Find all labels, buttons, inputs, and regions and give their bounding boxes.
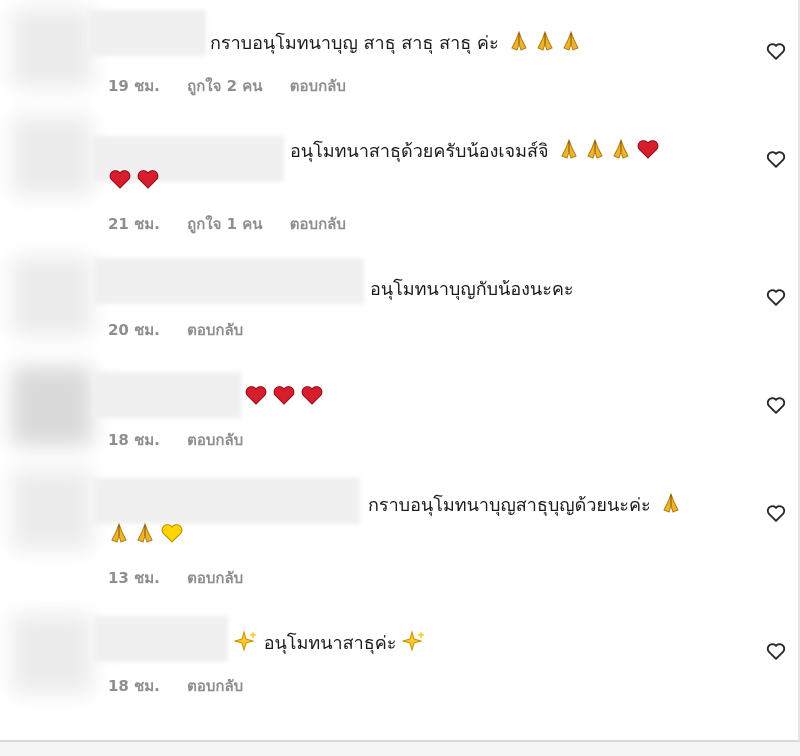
pray-icon: [508, 30, 530, 61]
like-heart-icon[interactable]: [765, 40, 787, 62]
avatar[interactable]: [12, 366, 92, 446]
username[interactable]: [88, 10, 206, 56]
like-heart-icon[interactable]: [765, 394, 787, 416]
reply-button[interactable]: ตอบกลับ: [187, 569, 243, 587]
comment-text-line-2: [108, 522, 184, 553]
pray-icon: [534, 30, 556, 61]
likes-count[interactable]: ถูกใจ 1 คน: [187, 215, 262, 233]
comment-text-line: อนุโมทนาสาธุด้วยครับน้องเจมส์จิ: [290, 138, 660, 169]
avatar[interactable]: [12, 116, 92, 196]
comment-meta: 18 ชม. ตอบกลับ: [108, 674, 265, 698]
comment-meta: 18 ชม. ตอบกลับ: [108, 428, 265, 452]
yellow-heart-icon: [160, 522, 184, 553]
pray-icon: [108, 522, 130, 553]
comment-text-line: กราบอนุโมทนาบุญ สาธุ สาธุ สาธุ ค่ะ: [210, 30, 582, 61]
comment-text: กราบอนุโมทนาบุญ สาธุ สาธุ สาธุ ค่ะ: [210, 33, 499, 54]
comment-time[interactable]: 21 ชม.: [108, 215, 160, 233]
comment-time[interactable]: 19 ชม.: [108, 77, 160, 95]
username[interactable]: [94, 478, 360, 524]
pray-icon: [660, 492, 682, 523]
comment-meta: 13 ชม. ตอบกลับ: [108, 566, 265, 590]
reply-button[interactable]: ตอบกลับ: [290, 77, 346, 95]
red-heart-icon: [272, 384, 296, 415]
username[interactable]: [94, 258, 364, 304]
bottom-divider: [0, 742, 800, 756]
comment-text-line: อนุโมทนาบุญกับน้องนะคะ: [370, 276, 574, 304]
comment-time[interactable]: 13 ชม.: [108, 569, 160, 587]
pray-icon: [610, 138, 632, 169]
username[interactable]: [94, 372, 242, 418]
reply-button[interactable]: ตอบกลับ: [187, 321, 243, 339]
comment-time[interactable]: 18 ชม.: [108, 431, 160, 449]
comment-meta: 20 ชม. ตอบกลับ: [108, 318, 265, 342]
likes-count[interactable]: ถูกใจ 2 คน: [187, 77, 262, 95]
comments-panel: กราบอนุโมทนาบุญ สาธุ สาธุ สาธุ ค่ะ 19 ชม…: [0, 0, 800, 742]
avatar[interactable]: [12, 470, 92, 550]
red-heart-icon: [244, 384, 268, 415]
red-heart-icon: [108, 168, 132, 199]
comment-text: อนุโมทนาสาธุค่ะ: [263, 633, 397, 654]
like-heart-icon[interactable]: [765, 148, 787, 170]
comment-meta: 19 ชม. ถูกใจ 2 คน ตอบกลับ: [108, 74, 368, 98]
comment-text: อนุโมทนาบุญกับน้องนะคะ: [370, 279, 574, 300]
pray-icon: [584, 138, 606, 169]
sparkles-icon: [401, 630, 426, 661]
red-heart-icon: [136, 168, 160, 199]
avatar[interactable]: [12, 614, 92, 694]
like-heart-icon[interactable]: [765, 502, 787, 524]
pray-icon: [560, 30, 582, 61]
reply-button[interactable]: ตอบกลับ: [187, 677, 243, 695]
sparkles-icon: [233, 630, 258, 661]
comment-text-line-2: [108, 168, 160, 199]
avatar[interactable]: [12, 256, 92, 336]
comment-text: กราบอนุโมทนาบุญสาธุบุญด้วยนะค่ะ: [368, 495, 651, 516]
comment-text: อนุโมทนาสาธุด้วยครับน้องเจมส์จิ: [290, 141, 549, 162]
comment-text-line: [244, 384, 324, 415]
pray-icon: [134, 522, 156, 553]
like-heart-icon[interactable]: [765, 640, 787, 662]
like-heart-icon[interactable]: [765, 286, 787, 308]
reply-button[interactable]: ตอบกลับ: [290, 215, 346, 233]
red-heart-icon: [636, 138, 660, 169]
username[interactable]: [94, 616, 228, 662]
comment-time[interactable]: 20 ชม.: [108, 321, 160, 339]
comment-text-line: กราบอนุโมทนาบุญสาธุบุญด้วยนะค่ะ: [368, 492, 682, 523]
comment-text-line: อนุโมทนาสาธุค่ะ: [233, 630, 426, 661]
pray-icon: [558, 138, 580, 169]
reply-button[interactable]: ตอบกลับ: [187, 431, 243, 449]
avatar[interactable]: [12, 8, 92, 88]
comment-meta: 21 ชม. ถูกใจ 1 คน ตอบกลับ: [108, 212, 368, 236]
comment-time[interactable]: 18 ชม.: [108, 677, 160, 695]
red-heart-icon: [300, 384, 324, 415]
